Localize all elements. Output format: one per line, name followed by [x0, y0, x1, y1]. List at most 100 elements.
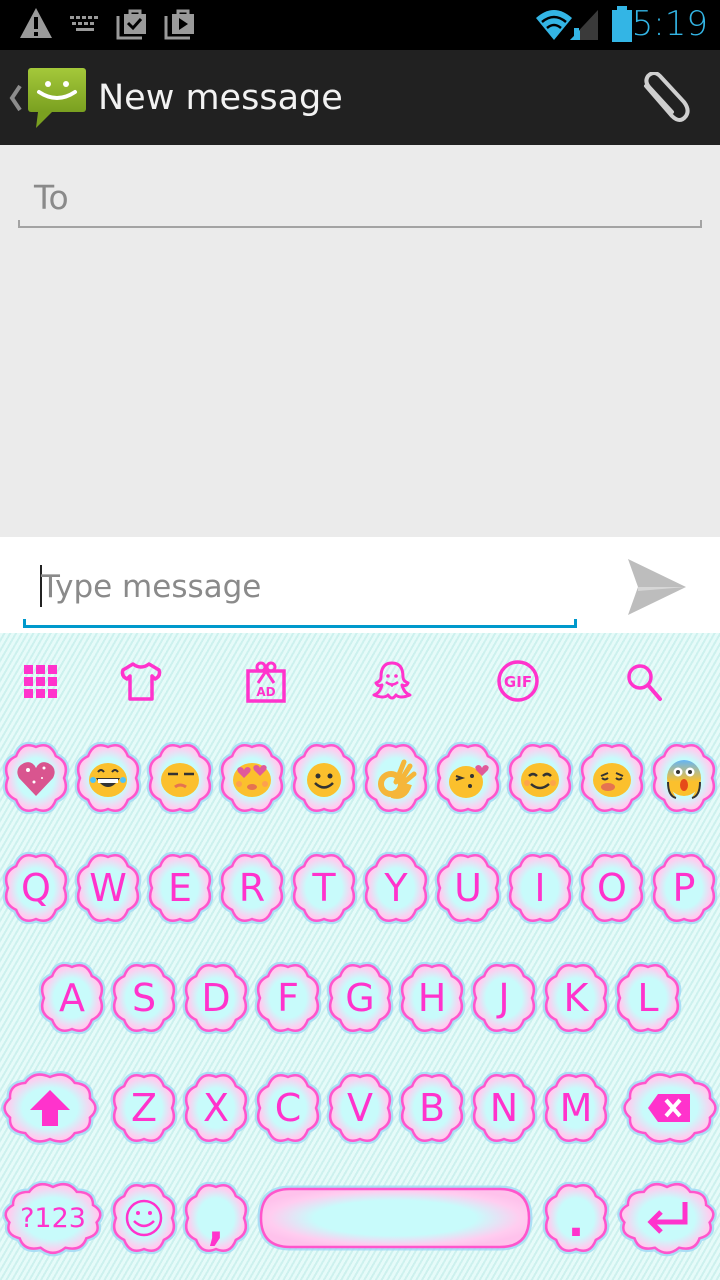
key-b[interactable]: B	[396, 1069, 468, 1147]
period-key[interactable]: .	[540, 1179, 612, 1257]
recipient-input[interactable]: To	[18, 170, 702, 228]
key-f[interactable]: F	[252, 959, 324, 1037]
key-u[interactable]: U	[432, 849, 504, 927]
ad-gift-icon[interactable]: AD	[244, 659, 288, 703]
key-p[interactable]: P	[648, 849, 720, 927]
enter-key[interactable]	[616, 1179, 718, 1257]
key-d[interactable]: D	[180, 959, 252, 1037]
emoji-switch-key[interactable]	[108, 1179, 180, 1257]
clock: 5:19	[631, 4, 708, 44]
emoji-key[interactable]	[576, 739, 648, 817]
status-bar: 5:19	[0, 0, 720, 50]
enter-arrow-icon	[647, 1202, 688, 1234]
key-label: H	[417, 976, 447, 1020]
comma-key[interactable]: ,	[180, 1179, 252, 1257]
emoji-key[interactable]	[648, 739, 720, 817]
emoji-key[interactable]	[432, 739, 504, 817]
message-placeholder: Type message	[41, 569, 262, 605]
key-label: E	[167, 866, 192, 910]
delete-key[interactable]	[620, 1069, 720, 1147]
send-icon[interactable]	[624, 557, 688, 617]
store-check-icon	[116, 9, 146, 40]
emoji-key[interactable]	[72, 739, 144, 817]
key-label: J	[498, 976, 510, 1020]
key-r[interactable]: R	[216, 849, 288, 927]
keyboard-icon	[70, 16, 98, 31]
key-label: .	[567, 1195, 585, 1247]
wifi-icon	[536, 10, 572, 40]
key-i[interactable]: I	[504, 849, 576, 927]
theme-shirt-icon[interactable]	[119, 659, 163, 703]
action-bar: New message	[0, 50, 720, 145]
key-label: O	[597, 866, 627, 910]
key-label: F	[277, 976, 299, 1020]
key-label: U	[454, 866, 482, 910]
space-key[interactable]	[257, 1179, 533, 1257]
signal-icon	[570, 10, 598, 40]
key-label: R	[238, 866, 266, 910]
heart-eyes-emoji	[233, 763, 271, 797]
keyboard: AD GIF Q W E R T Y U I O P A S D F G H J K L Z X C V B N M ?123,.	[0, 633, 720, 1280]
warning-icon	[20, 8, 52, 38]
key-e[interactable]: E	[144, 849, 216, 927]
shift-key[interactable]	[0, 1069, 100, 1147]
symbols-key[interactable]: ?123	[1, 1179, 105, 1257]
compose-area: To	[0, 145, 720, 537]
key-l[interactable]: L	[612, 959, 684, 1037]
emoji-key[interactable]	[144, 739, 216, 817]
key-label: ?123	[20, 1202, 86, 1234]
page-title: New message	[98, 78, 343, 118]
key-o[interactable]: O	[576, 849, 648, 927]
backspace-icon	[648, 1094, 690, 1122]
key-x[interactable]: X	[180, 1069, 252, 1147]
key-label: T	[312, 866, 336, 910]
ok-hand-emoji	[378, 759, 417, 799]
key-z[interactable]: Z	[108, 1069, 180, 1147]
key-y[interactable]: Y	[360, 849, 432, 927]
key-label: D	[201, 976, 231, 1020]
key-label: V	[347, 1086, 373, 1130]
apps-grid-icon[interactable]	[18, 659, 62, 703]
key-s[interactable]: S	[108, 959, 180, 1037]
emoji-key[interactable]	[216, 739, 288, 817]
key-h[interactable]: H	[396, 959, 468, 1037]
key-t[interactable]: T	[288, 849, 360, 927]
key-n[interactable]: N	[468, 1069, 540, 1147]
gif-icon[interactable]: GIF	[496, 659, 540, 703]
message-input[interactable]: Type message	[23, 557, 577, 628]
sparkling-heart-emoji	[17, 762, 55, 796]
chevron-left-icon	[9, 84, 22, 112]
key-v[interactable]: V	[324, 1069, 396, 1147]
recipient-placeholder: To	[34, 178, 69, 217]
ghost-sticker-icon[interactable]	[370, 659, 414, 703]
laughing-tears-emoji	[89, 763, 127, 797]
paperclip-icon[interactable]	[636, 72, 692, 124]
emoji-key[interactable]	[360, 739, 432, 817]
blush-emoji	[521, 763, 559, 797]
key-label: S	[131, 976, 157, 1020]
key-q[interactable]: Q	[0, 849, 72, 927]
smiley-emoji	[307, 763, 341, 797]
emoji-key[interactable]	[0, 739, 72, 817]
messaging-app-icon	[28, 68, 86, 128]
key-label: A	[59, 976, 85, 1020]
emoji-key[interactable]	[504, 739, 576, 817]
key-label: G	[345, 976, 375, 1020]
key-w[interactable]: W	[72, 849, 144, 927]
gif-label: GIF	[504, 673, 532, 691]
emoji-key[interactable]	[288, 739, 360, 817]
key-a[interactable]: A	[36, 959, 108, 1037]
key-label: K	[563, 976, 589, 1020]
key-label: X	[202, 1086, 230, 1130]
store-play-icon	[164, 9, 194, 40]
search-icon[interactable]	[622, 659, 666, 703]
key-m[interactable]: M	[540, 1069, 612, 1147]
key-j[interactable]: J	[468, 959, 540, 1037]
up-navigation-button[interactable]	[0, 50, 94, 145]
key-label: Y	[384, 866, 408, 910]
key-c[interactable]: C	[252, 1069, 324, 1147]
key-k[interactable]: K	[540, 959, 612, 1037]
key-g[interactable]: G	[324, 959, 396, 1037]
key-label: I	[534, 866, 546, 910]
unamused-emoji	[161, 763, 199, 797]
